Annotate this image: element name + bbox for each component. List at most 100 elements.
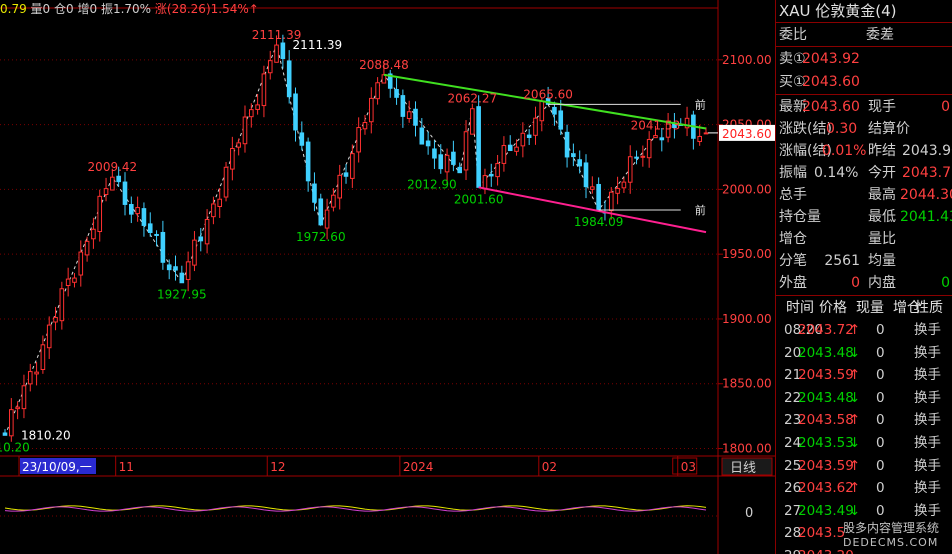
fenbi-label: 分笔 xyxy=(779,253,807,269)
candle-body xyxy=(179,272,185,284)
y-tick-label: 2100.00 xyxy=(722,53,772,67)
zengcang-label: 增仓 xyxy=(779,231,807,247)
trade-volume: 0 xyxy=(876,457,885,474)
jinkai-label: 今开 xyxy=(868,165,896,181)
trade-row: 26 2043.62 ↑ 0 换手 xyxy=(776,477,952,500)
th-time: 时间 xyxy=(786,300,814,316)
zhenfu-value: 0.14% xyxy=(814,165,859,181)
period-selector[interactable]: 日线 xyxy=(730,457,756,476)
zongshou-label: 总手 xyxy=(779,187,807,203)
trade-arrow: ↑ xyxy=(849,457,861,474)
date-label: 03 xyxy=(681,460,696,474)
date-label: 2024 xyxy=(403,460,434,474)
last-price-label: 2043.60 xyxy=(722,127,772,141)
candle-body xyxy=(552,106,557,115)
xianshou-label: 现手 xyxy=(868,99,896,115)
candle-body xyxy=(438,154,444,170)
candle-body xyxy=(539,100,545,122)
candle-body xyxy=(457,166,463,174)
watermark-line2: DEDECMS.COM xyxy=(843,536,939,549)
candle-body xyxy=(286,60,292,98)
zuigao-label: 最高 xyxy=(868,187,896,203)
neipan-value: 0 xyxy=(941,275,950,291)
trade-nature: 换手 xyxy=(914,389,941,406)
candle-body xyxy=(261,73,267,107)
candle-body xyxy=(46,324,52,349)
candle-body xyxy=(495,163,500,178)
trade-volume: 0 xyxy=(876,322,885,338)
candle-body xyxy=(413,108,418,126)
candle-body xyxy=(223,166,229,198)
candle-body xyxy=(488,173,494,177)
candle-body xyxy=(318,198,324,226)
trading-terminal: 2100.00 2050.00 2000.00 1950.00 1900.00 1850.… xyxy=(0,0,952,554)
candle-body xyxy=(267,60,273,74)
candle-body xyxy=(646,138,652,159)
trade-row: 20 2043.48 ↓ 0 换手 xyxy=(776,342,952,365)
watermark-line1: 股多内容管理系统 xyxy=(843,521,940,535)
swing-label: 2001.60 xyxy=(454,192,504,206)
candle-body xyxy=(230,148,235,170)
candle-body xyxy=(368,97,374,123)
th-volume: 现量 xyxy=(856,300,884,316)
info-bar: 0.79 量0 仓0 增0 振1.70% 涨(28.26)1.54%↑ xyxy=(0,0,259,18)
th-nature: 性质 xyxy=(915,300,943,316)
info-price: 0.79 xyxy=(0,2,27,16)
candle-body xyxy=(59,288,65,322)
trade-arrow: ↑ xyxy=(849,480,861,497)
candle-body xyxy=(129,204,134,215)
jinkai-value: 2043.76 xyxy=(902,165,952,181)
candle-body xyxy=(400,95,406,117)
swing-label: 2088.48 xyxy=(359,58,409,72)
candle-body xyxy=(526,134,532,138)
candle-body xyxy=(406,111,412,120)
trade-price: 2043.59 xyxy=(798,457,854,474)
candle-body xyxy=(520,132,526,147)
candle-body xyxy=(621,181,627,189)
candle-body xyxy=(640,155,646,158)
junliang-label: 均量 xyxy=(868,253,896,269)
swing-label: 1810.20 xyxy=(21,428,71,442)
latest-price: 2043.60 xyxy=(802,99,860,115)
candle-body xyxy=(703,132,709,135)
candle-body xyxy=(173,266,178,271)
candle-body xyxy=(394,89,399,98)
candle-body xyxy=(147,223,153,233)
candle-body xyxy=(463,131,469,171)
candle-body xyxy=(343,172,349,177)
trade-nature: 换手 xyxy=(914,457,941,474)
candle-body xyxy=(166,264,172,271)
zhangfu-value: 0.01% xyxy=(822,143,867,159)
info-amplitude: 振1.70% xyxy=(100,2,152,16)
candle-body xyxy=(476,106,481,188)
swing-label: 1984.09 xyxy=(574,215,624,229)
candle-body xyxy=(78,251,84,276)
candle-body xyxy=(211,203,216,218)
trade-arrow: ↓ xyxy=(849,389,861,406)
candle-body xyxy=(590,186,595,190)
horizontal-line-label: 前 xyxy=(695,203,706,217)
candle-body xyxy=(444,154,450,173)
jiesuan-label: 结算价 xyxy=(868,121,910,137)
weicha-label: 委差 xyxy=(866,27,894,43)
candle-body xyxy=(432,148,437,159)
swing-label: 2111.39 xyxy=(293,38,343,52)
candle-body xyxy=(305,141,311,182)
candle-body xyxy=(248,109,254,118)
candle-body xyxy=(350,153,355,179)
candle-body xyxy=(299,132,305,146)
trade-nature: 换手 xyxy=(914,344,941,361)
swing-label: 2065.60 xyxy=(523,87,573,101)
candle-body xyxy=(425,140,431,147)
candle-body xyxy=(34,371,39,375)
candle-body xyxy=(514,146,519,152)
candle-body xyxy=(571,153,576,158)
candle-body xyxy=(72,277,77,283)
candle-body xyxy=(577,159,582,167)
zuojie-label: 昨结 xyxy=(868,143,896,159)
candle-body xyxy=(331,194,336,208)
candle-body xyxy=(97,195,103,232)
candle-body xyxy=(160,231,166,263)
trade-volume: 0 xyxy=(876,435,885,451)
candlestick-chart[interactable]: 2100.002050.002000.001950.001900.001850.… xyxy=(0,0,775,554)
